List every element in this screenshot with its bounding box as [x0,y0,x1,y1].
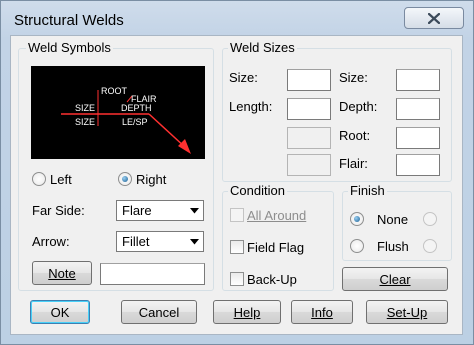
chevron-down-icon [190,239,199,245]
root-field[interactable] [396,127,440,149]
side-right-label[interactable]: Right [136,172,166,187]
size-right-field[interactable] [396,69,440,91]
field-flag-checkbox[interactable] [230,240,244,254]
length-label: Length: [229,99,273,114]
arrow-side-select[interactable]: Fillet [116,231,204,252]
length-field[interactable] [287,98,331,120]
condition-title: Condition [228,183,287,198]
back-up-checkbox[interactable] [230,272,244,286]
size-bottom-label: SIZE [75,117,96,127]
ok-button-label: OK [50,304,70,320]
weld-symbol-diagram [61,90,191,154]
depth-label: DEPTH [121,103,152,113]
radio-selected-dot [122,176,128,182]
disabled-field-1 [287,127,331,149]
help-button[interactable]: Help [213,300,281,324]
cancel-button-label: Cancel [138,304,180,320]
field-flag-label[interactable]: Field Flag [247,240,304,255]
root-label: Root: [339,128,371,143]
disabled-field-2 [287,154,331,176]
flair-label: Flair: [339,156,368,171]
size-right-label: Size: [339,70,368,85]
far-side-select[interactable]: Flare [116,200,204,221]
flair-field[interactable] [396,154,440,176]
size-top-label: SIZE [75,103,96,113]
arrow-line [148,113,187,149]
window-title: Structural Welds [14,12,124,29]
le-sp-label: LE/SP [122,117,148,127]
size-left-field[interactable] [287,69,331,91]
close-button[interactable] [404,7,464,29]
dialog-client-area: Weld Symbols ROOT FLAIR DEPTH SIZE SIZE … [10,35,463,335]
weld-symbol-preview: ROOT FLAIR DEPTH SIZE SIZE LE/SP [31,66,205,159]
clear-button-label: Clear [379,271,411,287]
clear-button[interactable]: Clear [342,267,448,291]
chevron-down-icon [190,208,199,214]
finish-flush-secondary-radio [423,239,437,253]
far-side-label: Far Side: [32,203,85,218]
back-up-label[interactable]: Back-Up [247,272,297,287]
arrow-head [178,139,191,154]
setup-button[interactable]: Set-Up [366,300,448,324]
note-button[interactable]: Note [32,261,92,285]
radio-selected-dot [354,216,360,222]
finish-flush-label[interactable]: Flush [377,239,409,254]
arrow-side-value: Fillet [122,234,150,249]
side-right-radio[interactable] [118,172,132,186]
weld-sizes-title: Weld Sizes [228,40,297,55]
info-button-label: Info [311,304,333,320]
note-field[interactable] [100,263,205,285]
finish-none-radio[interactable] [350,212,364,226]
finish-none-secondary-radio [423,212,437,226]
cancel-button[interactable]: Cancel [121,300,197,324]
size-left-label: Size: [229,70,258,85]
finish-none-label[interactable]: None [377,212,408,227]
side-left-radio[interactable] [32,172,46,186]
side-left-label[interactable]: Left [50,172,72,187]
weld-symbols-title: Weld Symbols [26,40,113,55]
depth-label: Depth: [339,99,378,114]
root-label: ROOT [101,86,127,96]
all-around-checkbox [230,208,244,222]
setup-button-label: Set-Up [386,304,428,320]
depth-field[interactable] [396,98,440,120]
arrow-side-label: Arrow: [32,234,70,249]
close-icon [428,12,440,24]
structural-welds-dialog: Structural Welds Weld Symbols ROOT FLAIR… [0,0,474,345]
finish-flush-radio[interactable] [350,239,364,253]
all-around-label: All Around [247,208,307,223]
info-button[interactable]: Info [291,300,353,324]
note-button-label: Note [48,265,76,281]
far-side-value: Flare [122,203,152,218]
ok-button[interactable]: OK [30,300,90,324]
help-button-label: Help [233,304,261,320]
finish-title: Finish [348,183,387,198]
